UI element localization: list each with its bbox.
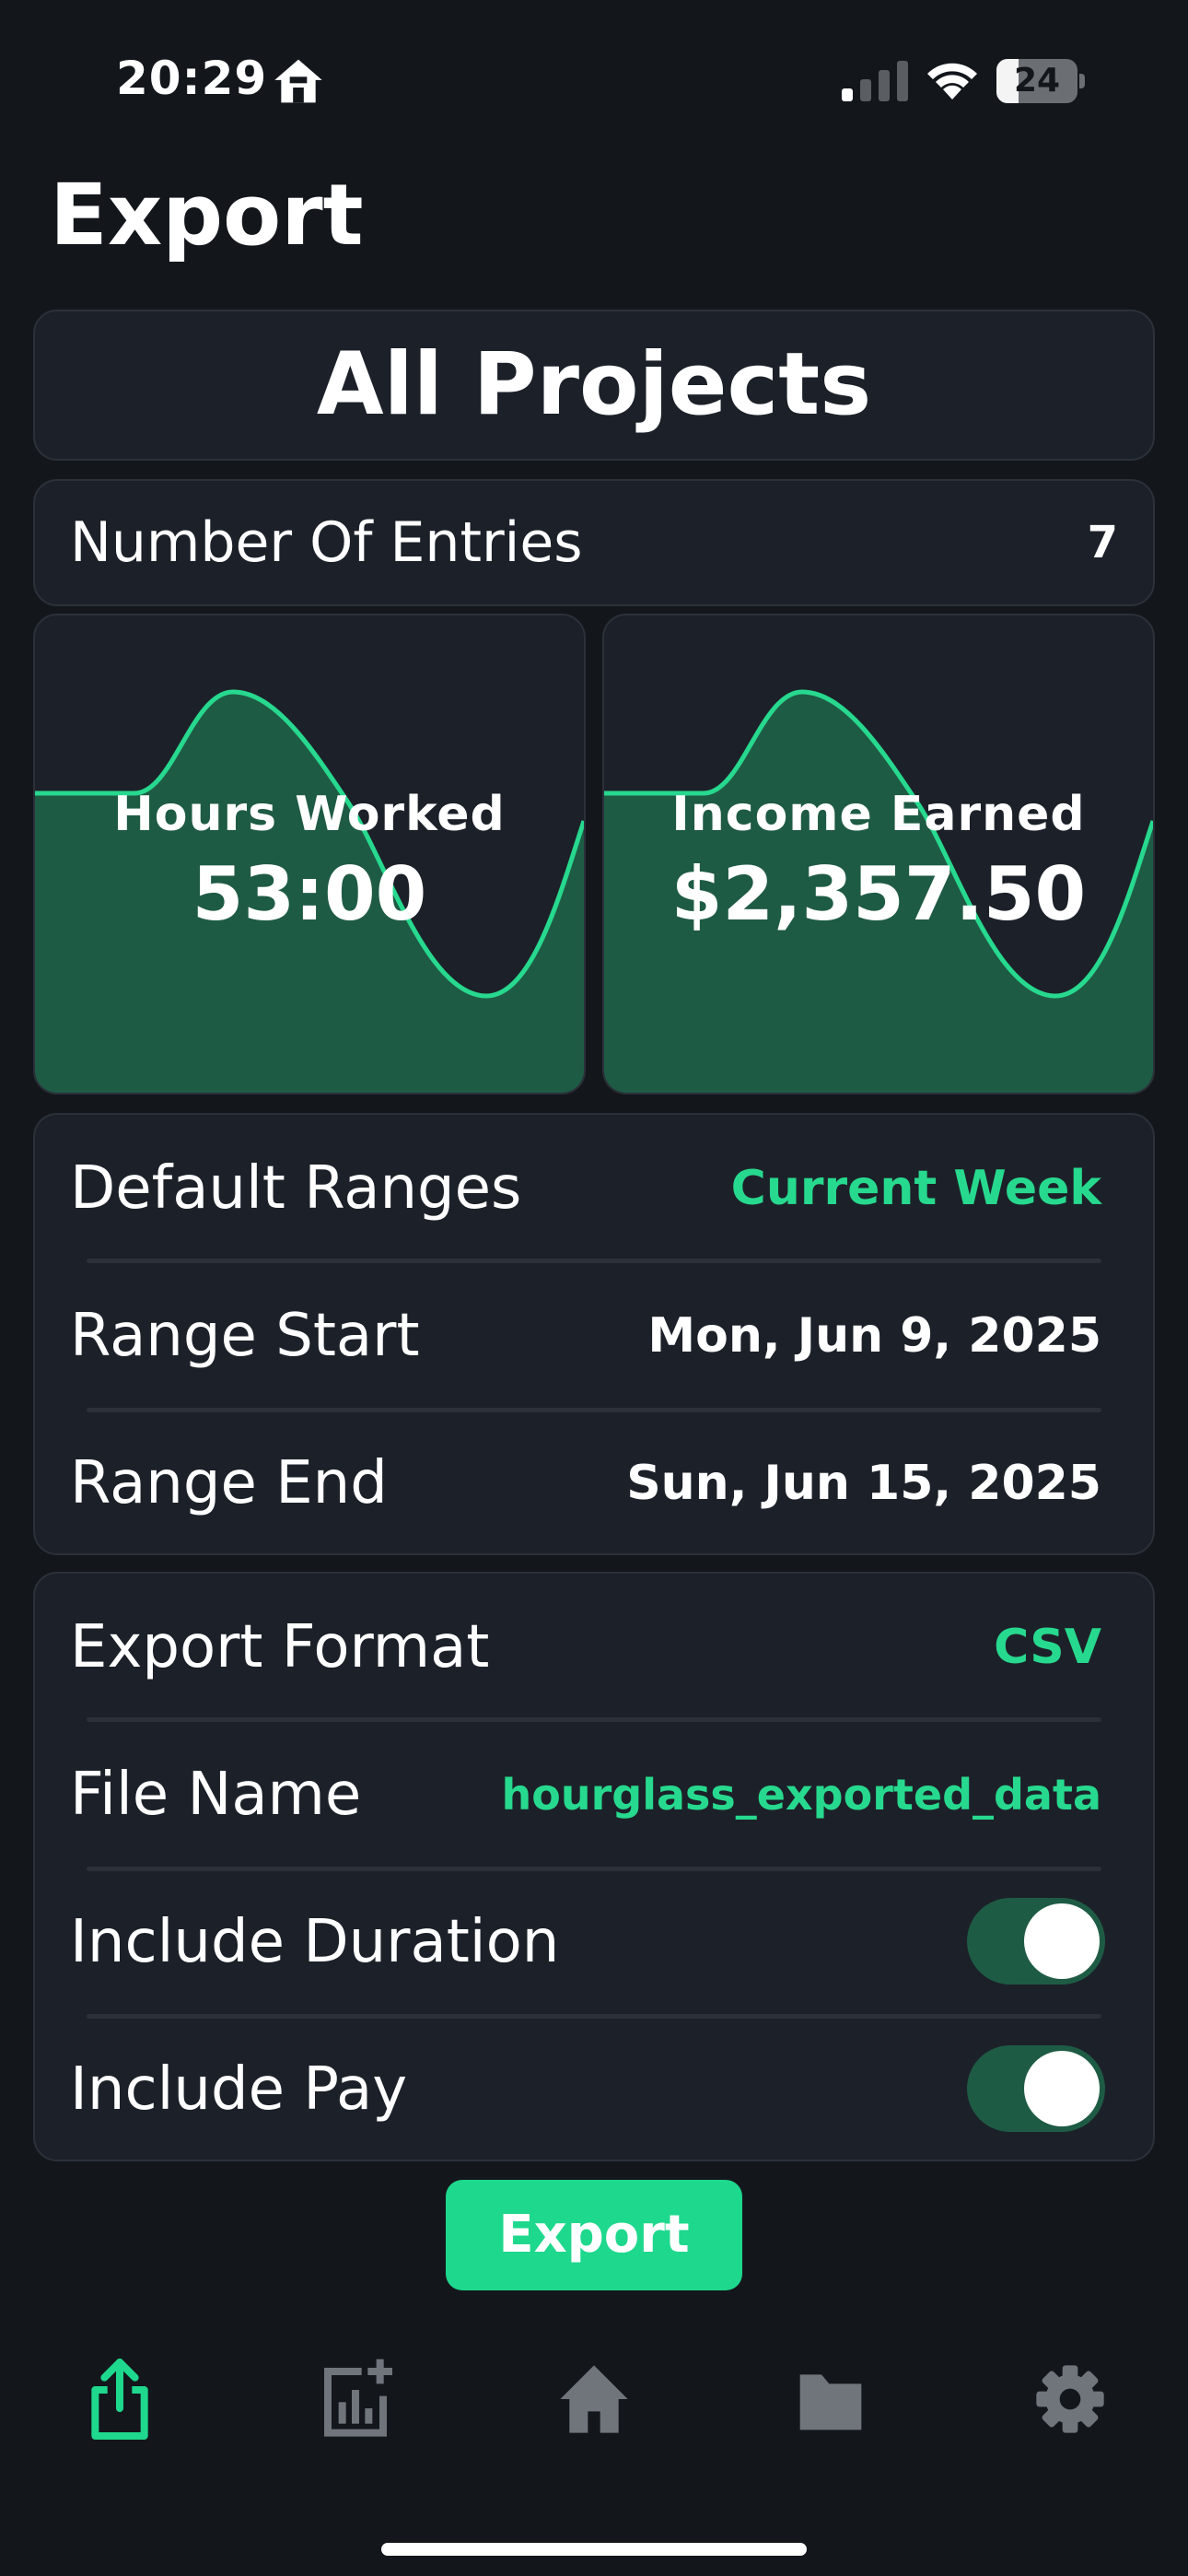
folder-icon[interactable] <box>794 2355 868 2443</box>
project-title: All Projects <box>316 334 872 435</box>
share-icon[interactable] <box>83 2355 157 2443</box>
file-name-label: File Name <box>70 1761 362 1829</box>
home-status-icon <box>274 59 322 103</box>
include-pay-label: Include Pay <box>70 2055 408 2124</box>
hours-worked-value: 53:00 <box>192 851 427 937</box>
entries-label: Number Of Entries <box>70 510 583 575</box>
status-bar: 20:29 24 <box>0 0 1188 157</box>
project-selector[interactable]: All Projects <box>33 310 1155 461</box>
battery-level: 24 <box>1013 62 1061 100</box>
file-name-value[interactable]: hourglass_exported_data <box>502 1721 1101 1868</box>
home-icon[interactable] <box>557 2355 631 2443</box>
battery-icon: 24 <box>996 59 1085 103</box>
default-ranges-label: Default Ranges <box>70 1154 522 1223</box>
include-duration-label: Include Duration <box>70 1908 560 1976</box>
range-card: Default Ranges Current Week Range Start … <box>33 1113 1155 1555</box>
export-format-label: Export Format <box>70 1613 490 1681</box>
range-end-row[interactable]: Range End Sun, Jun 15, 2025 <box>35 1410 1153 1557</box>
range-end-label: Range End <box>70 1449 388 1517</box>
page-title: Export <box>50 166 364 264</box>
entries-value: 7 <box>1087 517 1118 568</box>
income-earned-card: Income Earned $2,357.50 <box>602 614 1155 1095</box>
income-earned-value: $2,357.50 <box>670 851 1087 937</box>
hours-worked-card: Hours Worked 53:00 <box>33 614 586 1095</box>
range-start-label: Range Start <box>70 1302 420 1370</box>
include-pay-row: Include Pay <box>35 2016 1153 2163</box>
gear-icon[interactable] <box>1033 2355 1107 2443</box>
export-format-row[interactable]: Export Format CSV <box>35 1574 1153 1721</box>
hours-worked-label: Hours Worked <box>113 787 506 842</box>
export-format-value[interactable]: CSV <box>994 1574 1101 1721</box>
income-earned-label: Income Earned <box>671 787 1086 842</box>
home-indicator[interactable] <box>381 2543 807 2556</box>
range-end-value[interactable]: Sun, Jun 15, 2025 <box>626 1410 1101 1557</box>
cellular-signal-icon <box>842 61 908 101</box>
include-duration-row: Include Duration <box>35 1868 1153 2016</box>
status-time: 20:29 <box>116 52 268 105</box>
file-name-row[interactable]: File Name hourglass_exported_data <box>35 1721 1153 1868</box>
include-duration-toggle[interactable] <box>967 1898 1105 1985</box>
wifi-icon <box>927 63 977 100</box>
export-options-card: Export Format CSV File Name hourglass_ex… <box>33 1572 1155 2161</box>
range-start-value[interactable]: Mon, Jun 9, 2025 <box>647 1262 1101 1410</box>
default-ranges-value[interactable]: Current Week <box>731 1115 1101 1262</box>
default-ranges-row[interactable]: Default Ranges Current Week <box>35 1115 1153 1262</box>
export-button[interactable]: Export <box>446 2180 742 2290</box>
include-pay-toggle[interactable] <box>967 2045 1105 2132</box>
range-start-row[interactable]: Range Start Mon, Jun 9, 2025 <box>35 1262 1153 1410</box>
toggle-knob <box>1024 1903 1100 1979</box>
toggle-knob <box>1024 2051 1100 2126</box>
entries-row: Number Of Entries 7 <box>33 479 1155 606</box>
add-chart-icon[interactable] <box>319 2355 392 2443</box>
